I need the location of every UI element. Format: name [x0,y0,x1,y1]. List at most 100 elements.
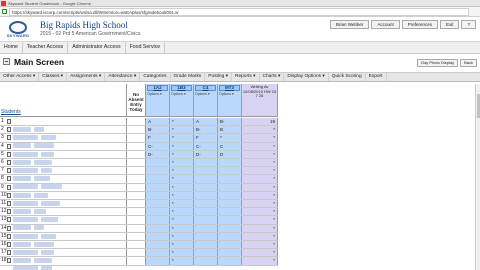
student-name-redacted[interactable] [13,234,103,247]
grade-cell[interactable]: C- [194,142,218,150]
grade-cell[interactable]: A [146,118,170,126]
grade-cell[interactable]: * [170,183,194,191]
grade-cell[interactable] [218,241,242,249]
grade-cell[interactable]: * [170,134,194,142]
student-photo-icon[interactable] [7,209,11,215]
grade-cell[interactable]: F [194,134,218,142]
preferences-button[interactable]: Preferences [401,20,438,29]
grade-cell[interactable]: * [170,232,194,240]
grade-cell[interactable] [146,216,170,224]
student-name-redacted[interactable] [13,144,103,157]
grade-cell[interactable]: D- [194,150,218,158]
grade-cell[interactable] [146,167,170,175]
no-absent-cell[interactable] [126,183,146,191]
student-photo-icon[interactable] [7,151,11,157]
grade-cell[interactable] [218,183,242,191]
no-absent-cell[interactable] [126,142,146,150]
grade-cell[interactable]: * [170,208,194,216]
student-name-redacted[interactable] [13,242,103,255]
grade-cell[interactable] [218,249,242,257]
grade-cell[interactable]: * [170,249,194,257]
grade-cell[interactable]: * [170,257,194,265]
students-sort-link[interactable]: Students [1,109,21,115]
grade-cell[interactable] [146,249,170,257]
help-button[interactable]: ? [461,20,476,29]
assignment-name-link[interactable]: C4 [195,85,216,91]
grade-cell[interactable] [218,257,242,265]
student-name-redacted[interactable] [13,135,103,149]
grade-cell[interactable]: * [170,167,194,175]
grade-cell[interactable] [194,216,218,224]
photo-display-button[interactable]: Day Photo Display [417,59,459,67]
grade-cell[interactable]: * [170,175,194,183]
student-name-redacted[interactable] [13,258,103,270]
back-button[interactable]: Back [460,59,477,67]
student-name-redacted[interactable] [13,201,103,214]
student-name-redacted[interactable] [13,168,103,182]
menu-reports[interactable]: Reports ▾ [232,73,260,81]
exit-button[interactable]: Exit [439,20,460,29]
grade-cell[interactable] [218,208,242,216]
grade-cell[interactable]: B- [146,126,170,134]
student-photo-icon[interactable] [7,143,11,149]
grade-cell[interactable] [218,200,242,208]
vertical-scrollbar[interactable] [475,84,480,270]
grade-cell[interactable]: * [170,224,194,232]
student-photo-icon[interactable] [7,258,11,264]
assignment-options[interactable]: Options ▾ [219,92,234,97]
grade-cell[interactable] [194,191,218,199]
grade-cell[interactable] [218,216,242,224]
no-absent-cell[interactable] [126,150,146,158]
assignment-options[interactable]: Options ▾ [171,92,186,97]
grade-cell[interactable] [146,183,170,191]
no-absent-cell[interactable] [126,175,146,183]
grade-cell[interactable] [146,159,170,167]
no-absent-cell[interactable] [126,126,146,134]
menu-export[interactable]: Export [366,73,387,81]
student-photo-icon[interactable] [7,135,11,141]
student-photo-icon[interactable] [7,201,11,206]
no-absent-cell[interactable] [126,232,146,240]
grade-cell[interactable]: * [218,134,242,142]
grade-cell[interactable] [218,159,242,167]
student-photo-icon[interactable] [7,233,11,239]
menu-assignments[interactable]: Assignments ▾ [67,73,106,81]
menu-display-options[interactable]: Display Options ▾ [284,73,329,81]
no-absent-cell[interactable] [126,208,146,216]
grade-cell[interactable]: C- [146,142,170,150]
menu-classes[interactable]: Classes ▾ [39,73,68,81]
assignment-name-link[interactable]: 1A2 [147,85,168,91]
grade-cell[interactable] [194,257,218,265]
grade-cell[interactable]: C [218,142,242,150]
grade-cell[interactable] [194,241,218,249]
grade-cell[interactable] [194,183,218,191]
grade-cell[interactable]: * [170,159,194,167]
student-name-redacted[interactable] [13,127,103,141]
no-absent-cell[interactable] [126,249,146,257]
no-absent-cell[interactable] [126,241,146,249]
writing-average-header[interactable]: Writing Av 12/08/2015 HW 15 7 26 [242,84,278,117]
assignment-options[interactable]: Options ▾ [147,92,162,97]
student-photo-icon[interactable] [7,119,11,124]
grade-cell[interactable]: B- [218,118,242,126]
student-name-redacted[interactable] [13,119,103,132]
grade-cell[interactable]: D [218,150,242,158]
student-name-redacted[interactable] [13,152,103,165]
grade-cell[interactable] [194,232,218,240]
grade-cell[interactable] [194,159,218,167]
menu-attendance[interactable]: Attendance ▾ [105,73,141,81]
student-name-redacted[interactable] [13,176,103,190]
student-photo-icon[interactable] [7,127,11,133]
menu-other-access[interactable]: Other Access ▾ [0,73,40,81]
grade-cell[interactable] [146,200,170,208]
no-absent-cell[interactable] [126,118,146,126]
tab-administrator-access[interactable]: Administrator Access [68,42,126,53]
grade-cell[interactable] [218,191,242,199]
student-photo-icon[interactable] [7,242,11,247]
no-absent-cell[interactable] [126,224,146,232]
menu-posting[interactable]: Posting ▾ [205,73,232,81]
grade-cell[interactable]: B- [194,126,218,134]
student-photo-icon[interactable] [7,184,11,190]
student-name-redacted[interactable] [13,209,103,223]
menu-quick-scoring[interactable]: Quick Scoring [329,73,366,81]
